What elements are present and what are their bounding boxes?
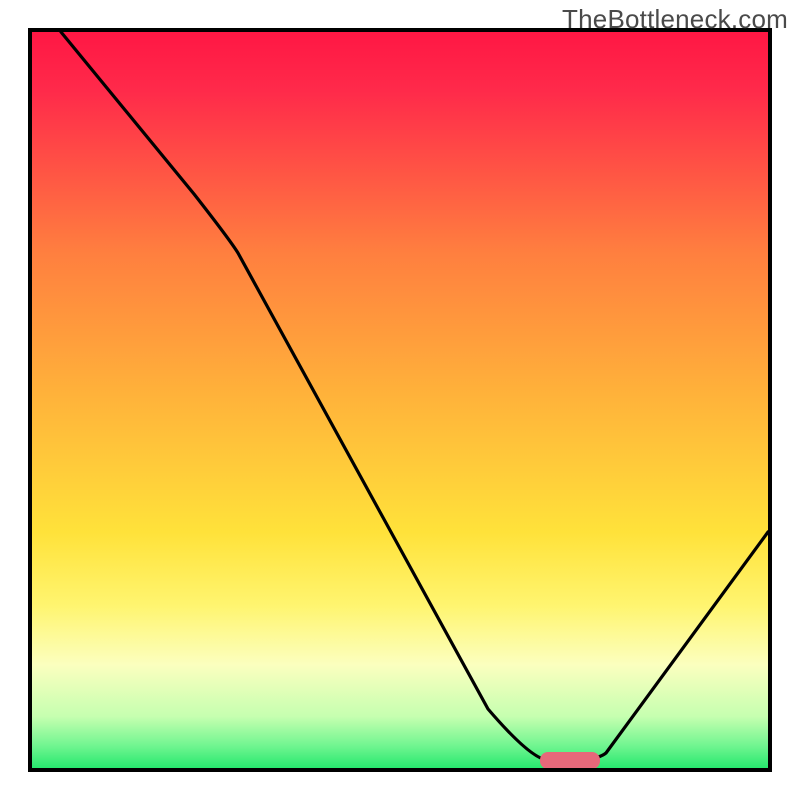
chart-svg xyxy=(0,0,800,800)
optimum-marker xyxy=(540,752,600,769)
gradient-background xyxy=(32,32,768,768)
watermark-text: TheBottleneck.com xyxy=(562,4,788,35)
bottleneck-chart: TheBottleneck.com xyxy=(0,0,800,800)
